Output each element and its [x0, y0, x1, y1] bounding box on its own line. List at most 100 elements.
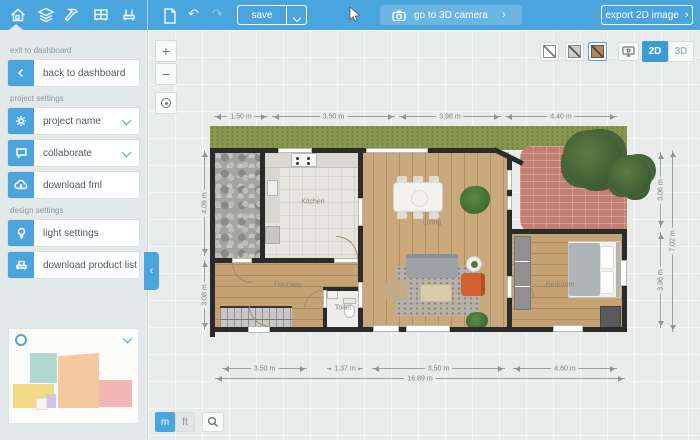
unit-meters-button[interactable]: m [155, 412, 175, 432]
dining-chair[interactable] [429, 212, 439, 219]
render-gray-icon [568, 45, 581, 58]
section-design-settings: design settings [10, 206, 139, 215]
floorplan-home-icon[interactable] [8, 5, 28, 25]
stone-patio[interactable] [213, 148, 263, 262]
render-mode-outline-button[interactable] [540, 42, 559, 61]
minimap-panel[interactable] [8, 328, 139, 424]
new-document-icon[interactable] [160, 6, 180, 26]
chair-icon[interactable] [119, 5, 139, 25]
view-2d-button[interactable]: 2D [642, 41, 668, 62]
dimension: 1.50 m [214, 116, 268, 117]
locate-button[interactable] [155, 92, 177, 114]
zoom-out-button[interactable]: − [155, 63, 177, 85]
sofa[interactable] [406, 254, 458, 278]
window[interactable] [553, 325, 583, 332]
build-hammer-icon[interactable] [63, 5, 83, 25]
save-split-button: save [237, 5, 307, 25]
door-opening[interactable] [358, 282, 363, 308]
measure-zoom-button[interactable] [202, 412, 224, 432]
window[interactable] [507, 170, 512, 190]
bed[interactable] [568, 241, 621, 298]
wall[interactable] [260, 148, 265, 263]
minimap-collapse-chevron-icon[interactable] [123, 334, 133, 344]
armchair-orange[interactable] [461, 273, 485, 296]
screenshot-button[interactable] [618, 42, 639, 61]
window[interactable] [406, 325, 450, 332]
dining-chair[interactable] [397, 212, 407, 219]
floorplanner-app: ↶ ↷ save go to 3D camera › export 2D ima… [0, 0, 700, 440]
top-toolbar: ↶ ↷ save go to 3D camera › export 2D ima… [0, 0, 700, 30]
wall[interactable] [508, 229, 627, 234]
dining-chair[interactable] [413, 176, 423, 183]
minimap-locate-icon[interactable] [15, 334, 27, 346]
side-table[interactable] [466, 256, 482, 272]
coffee-table[interactable] [420, 284, 452, 302]
crosshair-icon [161, 98, 171, 108]
sidebar-collapse-tab[interactable]: ‹ [144, 252, 159, 290]
window[interactable] [373, 325, 399, 332]
minimap-room-orange [58, 353, 99, 408]
go-to-3d-camera-button[interactable]: go to 3D camera › [380, 5, 522, 25]
dining-table[interactable] [393, 182, 443, 212]
lightbulb-icon [8, 220, 34, 246]
download-product-list-button[interactable]: download product list [8, 252, 139, 278]
window[interactable] [366, 148, 428, 153]
furniture-cabinet-icon[interactable] [91, 5, 111, 25]
dining-chair[interactable] [429, 176, 439, 183]
download-fml-button[interactable]: download fml [8, 172, 139, 198]
section-project-settings: project settings [10, 94, 139, 103]
window[interactable] [620, 260, 627, 286]
door-opening[interactable] [334, 258, 358, 263]
wall[interactable] [323, 287, 362, 291]
minimap-room-white [36, 398, 47, 410]
render-mode-textured-button[interactable] [588, 42, 607, 61]
redo-icon[interactable]: ↷ [212, 6, 223, 22]
render-textured-icon [591, 45, 604, 58]
dining-chair[interactable] [413, 212, 423, 219]
camera-icon [392, 10, 406, 21]
zoom-in-button[interactable]: + [155, 40, 177, 62]
dimension: 3.08 m [204, 260, 205, 330]
bathroom-sink[interactable] [327, 290, 338, 299]
download-fml-label: download fml [34, 180, 102, 191]
unit-feet-button[interactable]: ft [175, 412, 195, 432]
project-name-button[interactable]: project name [8, 108, 139, 134]
pouf[interactable] [386, 281, 407, 300]
export-2d-image-button[interactable]: export 2D image › [601, 5, 693, 25]
door-opening[interactable] [323, 290, 327, 308]
floorplan-canvas[interactable]: + − 2D 3D m ft [148, 30, 700, 440]
minimap-room-purple [46, 394, 56, 408]
bedroom-dresser[interactable] [600, 306, 621, 328]
tree[interactable] [610, 155, 652, 197]
chevron-right-icon: › [502, 9, 506, 21]
export-2d-label: export 2D image [605, 10, 678, 21]
unit-m-label: m [161, 417, 169, 428]
room-label-hallway: Doorway [274, 282, 302, 289]
room-label-toilet: Toilet [335, 305, 351, 312]
door-opening[interactable] [248, 326, 270, 333]
save-button[interactable]: save [238, 10, 286, 21]
layers-icon[interactable] [36, 5, 56, 25]
undo-icon[interactable]: ↶ [188, 6, 199, 22]
window[interactable] [278, 148, 312, 153]
save-options-button[interactable] [287, 9, 306, 21]
door-opening[interactable] [358, 198, 363, 226]
view-3d-button[interactable]: 3D [668, 41, 694, 62]
back-to-dashboard-label: back to dashboard [34, 68, 125, 79]
fridge[interactable] [265, 226, 280, 244]
window[interactable] [507, 196, 512, 210]
wall[interactable] [210, 148, 215, 337]
wardrobe[interactable] [514, 236, 531, 310]
render-mode-gray-button[interactable] [565, 42, 584, 61]
wall[interactable] [210, 148, 496, 153]
collaborate-button[interactable]: collaborate [8, 140, 139, 166]
collaborate-label: collaborate [34, 148, 92, 159]
back-to-dashboard-button[interactable]: back to dashboard [8, 60, 139, 86]
dimension: 3.50 m [372, 368, 505, 369]
light-settings-button[interactable]: light settings [8, 220, 139, 246]
minimap-room-pink [99, 380, 132, 407]
stove[interactable] [291, 153, 317, 167]
view-3d-label: 3D [675, 46, 688, 57]
kitchen-sink[interactable] [267, 180, 278, 196]
dining-chair[interactable] [397, 176, 407, 183]
